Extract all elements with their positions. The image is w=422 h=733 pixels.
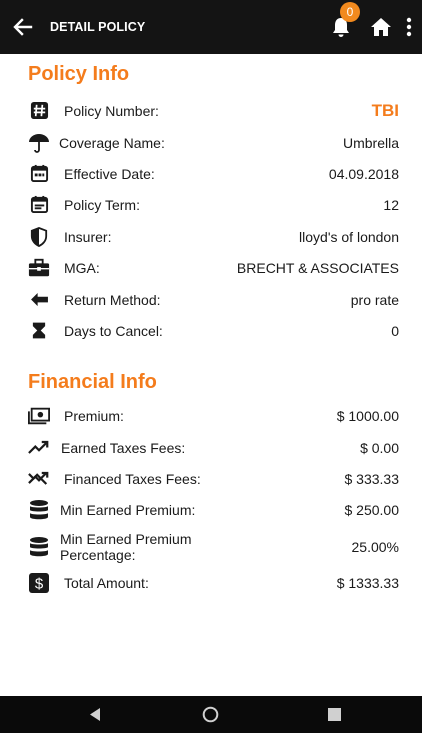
financed-taxes-fees-row: Financed Taxes Fees: $ 333.33 xyxy=(0,463,422,494)
notification-badge: 0 xyxy=(340,2,360,22)
earned-taxes-fees-row: Earned Taxes Fees: $ 0.00 xyxy=(0,432,422,463)
trending-up-icon xyxy=(28,437,50,459)
return-method-value: pro rate xyxy=(350,291,399,308)
insurer-label: Insurer: xyxy=(64,228,112,245)
return-method-row: Return Method: pro rate xyxy=(0,284,422,315)
system-nav-bar xyxy=(0,696,422,733)
premium-row: Premium: $ 1000.00 xyxy=(0,400,422,431)
back-arrow-icon[interactable] xyxy=(13,17,33,37)
coverage-name-row: Coverage Name: Umbrella xyxy=(0,127,422,158)
shield-icon xyxy=(28,226,50,248)
page-title: DETAIL POLICY xyxy=(50,20,146,34)
coverage-name-label: Coverage Name: xyxy=(59,134,165,151)
insurer-row: Insurer: lloyd's of london xyxy=(0,221,422,252)
money-icon xyxy=(28,405,50,427)
policy-term-row: Policy Term: 12 xyxy=(0,189,422,220)
arrow-left-icon xyxy=(28,289,50,311)
days-to-cancel-row: Days to Cancel: 0 xyxy=(0,315,422,346)
min-earned-premium-label: Min Earned Premium: xyxy=(60,501,196,518)
min-earned-premium-percentage-row: Min Earned Premium Percentage: 25.00% xyxy=(0,530,422,563)
total-amount-value: $ 1333.33 xyxy=(336,574,399,591)
calendar-text-icon xyxy=(28,194,50,216)
premium-value: $ 1000.00 xyxy=(336,407,399,424)
nav-recents-icon[interactable] xyxy=(326,706,343,723)
nav-back-icon[interactable] xyxy=(87,706,104,723)
policy-info-title: Policy Info xyxy=(28,63,130,85)
hourglass-icon xyxy=(28,320,50,342)
app-bar-actions: 0 xyxy=(330,0,412,54)
label-line-2: Percentage: xyxy=(60,546,136,563)
min-earned-premium-percentage-label: Min Earned Premium Percentage: xyxy=(60,531,192,563)
earned-taxes-fees-label: Earned Taxes Fees: xyxy=(61,439,186,456)
effective-date-value: 04.09.2018 xyxy=(328,165,399,182)
total-amount-row: $ Total Amount: $ 1333.33 xyxy=(0,567,422,598)
financed-taxes-fees-label: Financed Taxes Fees: xyxy=(64,470,201,487)
mga-label: MGA: xyxy=(64,259,100,276)
app-bar: DETAIL POLICY 0 xyxy=(0,0,422,54)
more-vert-icon[interactable] xyxy=(406,17,412,37)
home-icon[interactable] xyxy=(370,16,392,38)
hash-icon xyxy=(28,100,50,122)
briefcase-icon xyxy=(28,257,50,279)
effective-date-label: Effective Date: xyxy=(64,165,155,182)
min-earned-premium-percentage-value: 25.00% xyxy=(351,538,399,555)
premium-label: Premium: xyxy=(64,407,124,424)
effective-date-row: Effective Date: 04.09.2018 xyxy=(0,158,422,189)
trending-down-icon xyxy=(28,468,50,490)
min-earned-premium-value: $ 250.00 xyxy=(344,501,400,518)
financial-info-title: Financial Info xyxy=(28,371,157,393)
financed-taxes-fees-value: $ 333.33 xyxy=(344,470,400,487)
days-to-cancel-value: 0 xyxy=(391,322,399,339)
days-to-cancel-label: Days to Cancel: xyxy=(64,322,163,339)
policy-number-row: Policy Number: TBI xyxy=(0,95,422,126)
nav-home-icon[interactable] xyxy=(202,706,219,723)
svg-text:$: $ xyxy=(35,575,44,592)
min-earned-premium-row: Min Earned Premium: $ 250.00 xyxy=(0,494,422,525)
notifications-button[interactable]: 0 xyxy=(330,2,360,38)
insurer-value: lloyd's of london xyxy=(299,228,399,245)
earned-taxes-fees-value: $ 0.00 xyxy=(360,439,399,456)
policy-number-label: Policy Number: xyxy=(64,102,159,119)
umbrella-icon xyxy=(28,132,50,154)
label-line-1: Min Earned Premium xyxy=(60,530,192,547)
database-icon xyxy=(28,536,50,558)
return-method-label: Return Method: xyxy=(64,291,161,308)
mga-value: BRECHT & ASSOCIATES xyxy=(236,259,399,276)
calendar-icon xyxy=(28,163,50,185)
policy-term-label: Policy Term: xyxy=(64,196,140,213)
total-amount-label: Total Amount: xyxy=(64,574,149,591)
database-icon xyxy=(28,499,50,521)
policy-term-value: 12 xyxy=(383,196,399,213)
mga-row: MGA: BRECHT & ASSOCIATES xyxy=(0,252,422,283)
policy-number-value: TBI xyxy=(371,100,399,120)
coverage-name-value: Umbrella xyxy=(342,134,399,151)
dollar-box-icon: $ xyxy=(28,572,50,594)
